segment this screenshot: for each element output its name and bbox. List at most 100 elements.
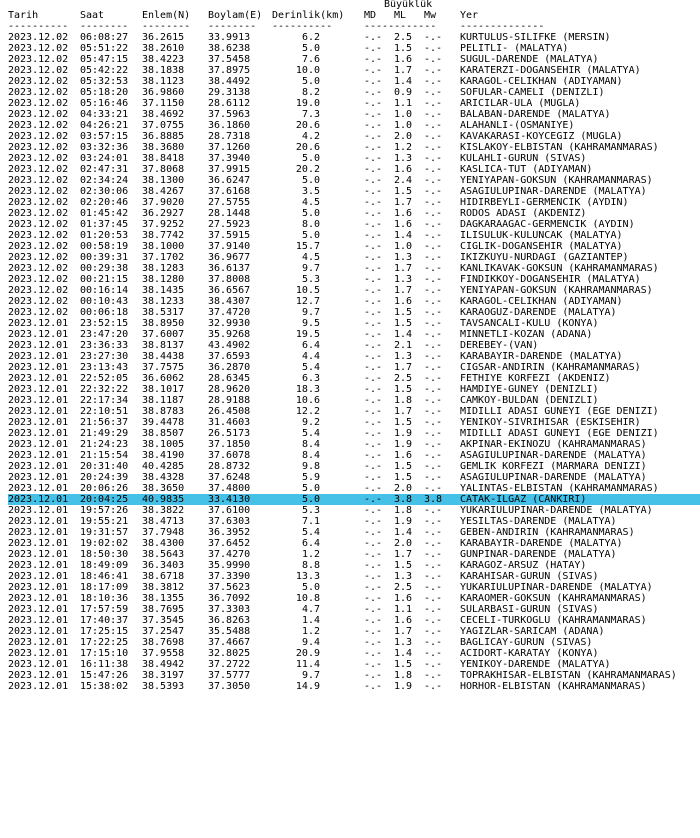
table-row[interactable]: 2023.12.02 04:33:21 38.4692 37.5963 7.3 -.- 1.… [8,109,700,120]
table-row[interactable]: 2023.12.02 05:42:22 38.1838 37.8975 10.0 -.- 1… [8,65,700,76]
table-row[interactable]: 2023.12.01 18:49:09 36.3403 35.9990 8.8 -.- 1.… [8,560,700,571]
table-row[interactable]: 2023.12.01 20:06:26 38.3650 37.4800 5.0 -.- 2.… [8,483,700,494]
table-row[interactable]: 2023.12.02 06:08:27 36.2615 33.9913 6.2 -.- 2.… [8,32,700,43]
cell-location: KARABAYIR-DARENDE (MALATYA) [460,351,623,362]
table-row[interactable]: 2023.12.01 17:15:10 37.9558 32.8025 20.9 -.- 1… [8,648,700,659]
cell-longitude: 37.6452 [208,538,251,549]
cell-ml: 1.6 [394,164,413,175]
header-location: Yer [460,10,479,21]
cell-depth: 5.0 [301,230,320,241]
table-row-selected[interactable]: 2023.12.01 20:04:25 40.9835 33.4130 5.0 -.- 3.… [8,494,700,505]
table-row[interactable]: 2023.12.01 22:10:51 38.8783 26.4508 12.2 -.- 1… [8,406,700,417]
table-row[interactable]: 2023.12.02 03:32:36 38.3680 37.1260 20.6 -.- 1… [8,142,700,153]
table-row[interactable]: 2023.12.02 04:26:21 37.0755 36.1860 20.6 -.- 1… [8,120,700,131]
table-row[interactable]: 2023.12.01 20:24:39 38.4328 37.6248 5.9 -.- 1.… [8,472,700,483]
table-row[interactable]: 2023.12.02 00:16:14 38.1435 36.6567 10.5 -.- 1… [8,285,700,296]
cell-date: 2023.12.01 [8,318,69,329]
cell-depth: 8.8 [301,560,320,571]
table-row[interactable]: 2023.12.01 21:56:37 39.4478 31.4603 9.2 -.- 1.… [8,417,700,428]
cell-md: -.- [364,604,383,615]
cell-longitude: 27.5755 [208,197,251,208]
table-row[interactable]: 2023.12.01 17:57:59 38.7695 37.3303 4.7 -.- 1.… [8,604,700,615]
cell-md: -.- [364,329,383,340]
cell-depth: 7.3 [301,109,320,120]
table-row[interactable]: 2023.12.01 22:52:05 36.6062 28.6345 6.3 -.- 2.… [8,373,700,384]
cell-longitude: 38.4492 [208,76,251,87]
column-header-row: Tarih Saat Enlem(N) Boylam(E) Derinlik(k… [8,10,700,21]
table-row[interactable]: 2023.12.02 02:34:24 38.1300 36.6247 5.0 -.- 2.… [8,175,700,186]
table-row[interactable]: 2023.12.02 03:57:15 36.8885 28.7318 4.2 -.- 2.… [8,131,700,142]
table-row[interactable]: 2023.12.02 00:06:18 38.5317 37.4720 9.7 -.- 1.… [8,307,700,318]
table-row[interactable]: 2023.12.01 17:25:15 37.2547 35.5488 1.2 -.- 1.… [8,626,700,637]
cell-ml: 2.1 [394,340,413,351]
table-row[interactable]: 2023.12.01 15:47:26 38.3197 37.5777 9.7 -.- 1.… [8,670,700,681]
cell-ml: 1.3 [394,252,413,263]
cell-location: KAVAKARASI-KOYCEGIZ (MUGLA) [460,131,623,142]
cell-longitude: 37.6078 [208,450,251,461]
table-row[interactable]: 2023.12.01 21:24:23 38.1005 37.1850 8.4 -.- 1.… [8,439,700,450]
table-row[interactable]: 2023.12.01 22:17:34 38.1187 28.9188 10.6 -.- 1… [8,395,700,406]
table-row[interactable]: 2023.12.02 05:16:46 37.1150 28.6112 19.0 -.- 1… [8,98,700,109]
cell-date: 2023.12.02 [8,274,69,285]
table-row[interactable]: 2023.12.01 23:52:15 38.8950 32.9930 9.5 -.- 1.… [8,318,700,329]
cell-ml: 1.8 [394,395,413,406]
table-row[interactable]: 2023.12.01 18:17:09 38.3812 37.5623 5.0 -.- 2.… [8,582,700,593]
cell-mw: -.- [424,450,443,461]
table-row[interactable]: 2023.12.01 21:49:29 38.8507 26.5173 5.4 -.- 1.… [8,428,700,439]
table-row[interactable]: 2023.12.01 20:31:40 40.4285 28.8732 9.8 -.- 1.… [8,461,700,472]
table-row[interactable]: 2023.12.02 05:18:20 36.9860 29.3138 8.2 -.- 0.… [8,87,700,98]
table-row[interactable]: 2023.12.01 19:31:57 37.7948 36.3952 5.4 -.- 1.… [8,527,700,538]
table-row[interactable]: 2023.12.02 00:58:19 38.1000 37.9140 15.7 -.- 1… [8,241,700,252]
cell-latitude: 37.9558 [142,648,185,659]
cell-location: YENIKOY-SIVRIHISAR (ESKISEHIR) [460,417,641,428]
table-row[interactable]: 2023.12.01 17:40:37 37.3545 36.8263 1.4 -.- 1.… [8,615,700,626]
cell-longitude: 37.3390 [208,571,251,582]
table-row[interactable]: 2023.12.02 03:24:01 38.8418 37.3940 5.0 -.- 1.… [8,153,700,164]
table-row[interactable]: 2023.12.02 00:10:43 38.1233 38.4307 12.7 -.- 1… [8,296,700,307]
table-row[interactable]: 2023.12.01 21:15:54 38.4190 37.6078 8.4 -.- 1.… [8,450,700,461]
table-row[interactable]: 2023.12.02 01:37:45 37.9252 27.5923 8.0 -.- 1.… [8,219,700,230]
table-row[interactable]: 2023.12.01 23:36:33 38.8137 43.4902 6.4 -.- 2.… [8,340,700,351]
cell-mw: -.- [424,538,443,549]
table-row[interactable]: 2023.12.01 23:47:20 37.6007 35.9268 19.5 -.- 1… [8,329,700,340]
table-row[interactable]: 2023.12.01 23:27:30 38.4438 37.6593 4.4 -.- 1.… [8,351,700,362]
table-row[interactable]: 2023.12.02 02:20:46 37.9020 27.5755 4.5 -.- 1.… [8,197,700,208]
cell-md: -.- [364,186,383,197]
table-row[interactable]: 2023.12.01 18:46:41 38.6718 37.3390 13.3 -.- 1… [8,571,700,582]
table-row[interactable]: 2023.12.02 05:47:15 38.4223 37.5458 7.6 -.- 1.… [8,54,700,65]
header-date: Tarih [8,10,39,21]
cell-time: 19:31:57 [80,527,129,538]
cell-md: -.- [364,648,383,659]
table-row[interactable]: 2023.12.02 00:29:38 38.1283 36.6137 9.7 -.- 1.… [8,263,700,274]
table-row[interactable]: 2023.12.01 17:22:25 38.7698 37.4667 9.4 -.- 1.… [8,637,700,648]
cell-time: 02:30:06 [80,186,129,197]
table-row[interactable]: 2023.12.02 02:47:31 37.8068 37.9915 20.2 -.- 1… [8,164,700,175]
cell-ml: 1.4 [394,527,413,538]
cell-md: -.- [364,527,383,538]
cell-date: 2023.12.01 [8,494,69,505]
table-row[interactable]: 2023.12.02 05:51:22 38.2610 38.6238 5.0 -.- 1.… [8,43,700,54]
table-row[interactable]: 2023.12.02 00:21:15 38.1280 37.8008 5.3 -.- 1.… [8,274,700,285]
table-row[interactable]: 2023.12.01 16:11:38 38.4942 37.2722 11.4 -.- 1… [8,659,700,670]
table-row[interactable]: 2023.12.01 19:02:02 38.4300 37.6452 6.4 -.- 2.… [8,538,700,549]
table-row[interactable]: 2023.12.02 05:32:53 38.1123 38.4492 5.0 -.- 1.… [8,76,700,87]
table-row[interactable]: 2023.12.01 22:32:22 38.1017 28.9620 18.3 -.- 1… [8,384,700,395]
table-row[interactable]: 2023.12.02 01:20:53 38.7742 37.5915 5.0 -.- 1.… [8,230,700,241]
table-row[interactable]: 2023.12.01 19:57:26 38.3822 37.6100 5.3 -.- 1.… [8,505,700,516]
table-row[interactable]: 2023.12.01 23:13:43 37.7575 36.2870 5.4 -.- 1.… [8,362,700,373]
cell-latitude: 37.9020 [142,197,185,208]
table-row[interactable]: 2023.12.01 19:55:21 38.4713 37.6303 7.1 -.- 1.… [8,516,700,527]
cell-date: 2023.12.02 [8,263,69,274]
table-row[interactable]: 2023.12.02 00:39:31 37.1702 36.9677 4.5 -.- 1.… [8,252,700,263]
table-row[interactable]: 2023.12.01 18:50:30 38.5643 37.4270 1.2 -.- 1.… [8,549,700,560]
table-row[interactable]: 2023.12.02 02:30:06 38.4267 37.6168 3.5 -.- 1.… [8,186,700,197]
table-row[interactable]: 2023.12.02 01:45:42 36.2927 28.1448 5.0 -.- 1.… [8,208,700,219]
cell-date: 2023.12.01 [8,428,69,439]
cell-latitude: 38.7695 [142,604,185,615]
table-row[interactable]: 2023.12.01 18:10:36 38.1355 36.7092 10.8 -.- 1… [8,593,700,604]
cell-time: 23:13:43 [80,362,129,373]
cell-md: -.- [364,87,383,98]
cell-longitude: 36.1860 [208,120,251,131]
cell-date: 2023.12.01 [8,549,69,560]
table-row[interactable]: 2023.12.01 15:38:02 38.5393 37.3050 14.9 -.- 1… [8,681,700,692]
